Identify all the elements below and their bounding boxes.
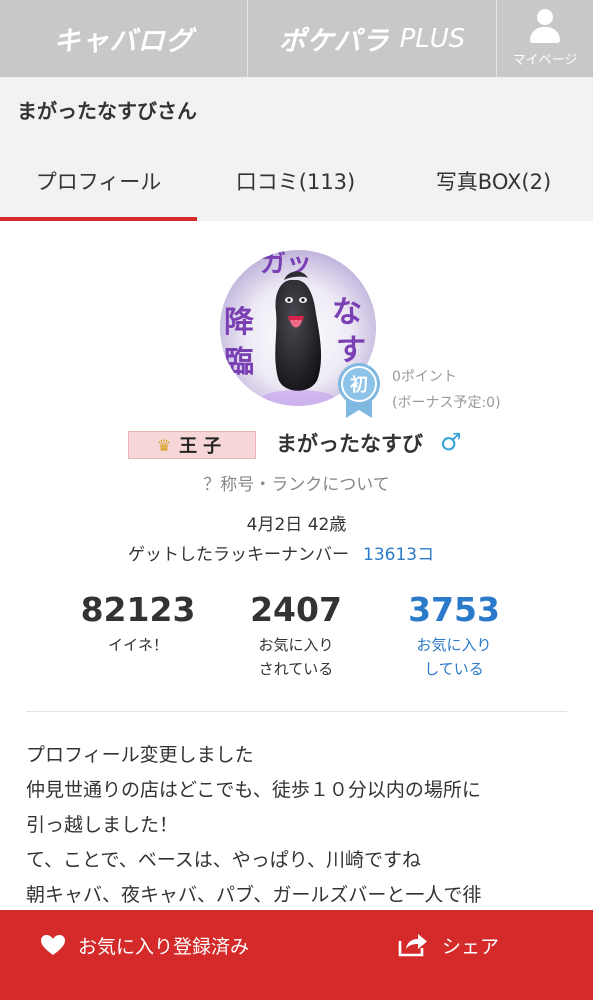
bio-line: 引っ越しました！	[26, 814, 179, 836]
profile-tabs: プロフィール 口コミ(113) 写真BOX(2)	[0, 141, 593, 221]
share-label: シェア	[442, 935, 500, 958]
favoriting-label[interactable]: お気に入り している	[364, 633, 544, 681]
tab-photo-box[interactable]: 写真BOX(2)	[394, 141, 593, 221]
plus-logo-text: PLUS	[399, 23, 466, 54]
beginner-badge-icon: 初	[338, 363, 380, 418]
favorite-label: お気に入り登録済み	[78, 935, 250, 958]
badge-label: 初	[350, 374, 368, 396]
favorite-registered-button[interactable]: お気に入り登録済み	[40, 910, 249, 980]
pokepara-plus-logo-link[interactable]: ポケパラ PLUS	[248, 0, 497, 77]
lucky-number-row: ゲットしたラッキーナンバー 13613コ	[128, 540, 434, 565]
favorited-by-label-line1: お気に入り	[258, 636, 334, 654]
profile-bio: プロフィール変更しました 仲見世通りの店はどこでも、徒歩１０分以内の場所に 引っ…	[26, 738, 567, 913]
rank-title-text: 王子	[179, 436, 228, 457]
crown-icon: ♛	[156, 435, 172, 455]
svg-text:臨: 臨	[224, 345, 254, 380]
likes-stat: 82123 イイネ！	[48, 590, 228, 657]
lucky-number-link[interactable]: 13613コ	[363, 545, 434, 565]
favoriting-label-line2: している	[424, 660, 484, 678]
nickname: まがったなすび	[276, 432, 423, 456]
birthday-age: 4月2日 42歳	[246, 515, 347, 535]
favorited-by-count: 2407	[250, 590, 342, 629]
lucky-number-label: ゲットしたラッキーナンバー	[128, 545, 349, 565]
heart-icon	[41, 935, 65, 955]
cabalog-logo-link[interactable]: キャバログ	[0, 0, 248, 77]
points-info: 0ポイント (ボーナス予定:0)	[392, 364, 501, 416]
svg-text:降: 降	[224, 305, 255, 340]
page-title: まがったなすびさん	[0, 77, 593, 141]
bonus-value: (ボーナス予定:0)	[392, 395, 501, 411]
rank-title-badge: ♛ 王子	[128, 431, 256, 459]
points-value: 0ポイント	[392, 369, 457, 385]
cabalog-logo-text: キャバログ	[53, 26, 194, 57]
favoriting-stat[interactable]: 3753 お気に入り している	[364, 590, 544, 681]
tab-profile[interactable]: プロフィール	[0, 141, 197, 221]
bio-line: 朝キャバ、夜キャバ、パブ、ガールズバーと一人で徘	[26, 884, 482, 906]
tab-reviews[interactable]: 口コミ(113)	[197, 141, 394, 221]
favorited-by-label-line2: されている	[258, 660, 334, 678]
male-icon: ♂	[440, 428, 462, 456]
bio-line: 仲見世通りの店はどこでも、徒歩１０分以内の場所に	[26, 779, 481, 801]
section-divider	[26, 711, 567, 712]
rank-help-link[interactable]: ？称号・ランクについて	[0, 470, 593, 495]
favorited-by-stat: 2407 お気に入り されている	[206, 590, 386, 681]
mypage-label: マイページ	[512, 53, 578, 68]
favoriting-count[interactable]: 3753	[364, 590, 544, 630]
bio-line: プロフィール変更しました	[26, 744, 254, 766]
pokepara-logo-text: ポケパラ	[278, 26, 390, 57]
top-navigation: キャバログ ポケパラ PLUS マイページ	[0, 0, 593, 77]
mypage-button[interactable]: マイページ	[497, 0, 593, 77]
likes-label: イイネ！	[107, 636, 168, 654]
svg-text:な: な	[332, 295, 362, 330]
likes-count: 82123	[80, 590, 196, 629]
favorited-by-label: お気に入り されている	[206, 633, 386, 681]
share-icon	[398, 934, 427, 957]
share-button[interactable]: シェア	[398, 910, 499, 980]
favoriting-label-line1: お気に入り	[416, 636, 492, 654]
person-icon	[530, 9, 560, 43]
bottom-action-bar: お気に入り登録済み シェア	[0, 910, 593, 1000]
bio-line: て、ことで、ベースは、やっぱり、川崎ですね	[26, 849, 422, 871]
